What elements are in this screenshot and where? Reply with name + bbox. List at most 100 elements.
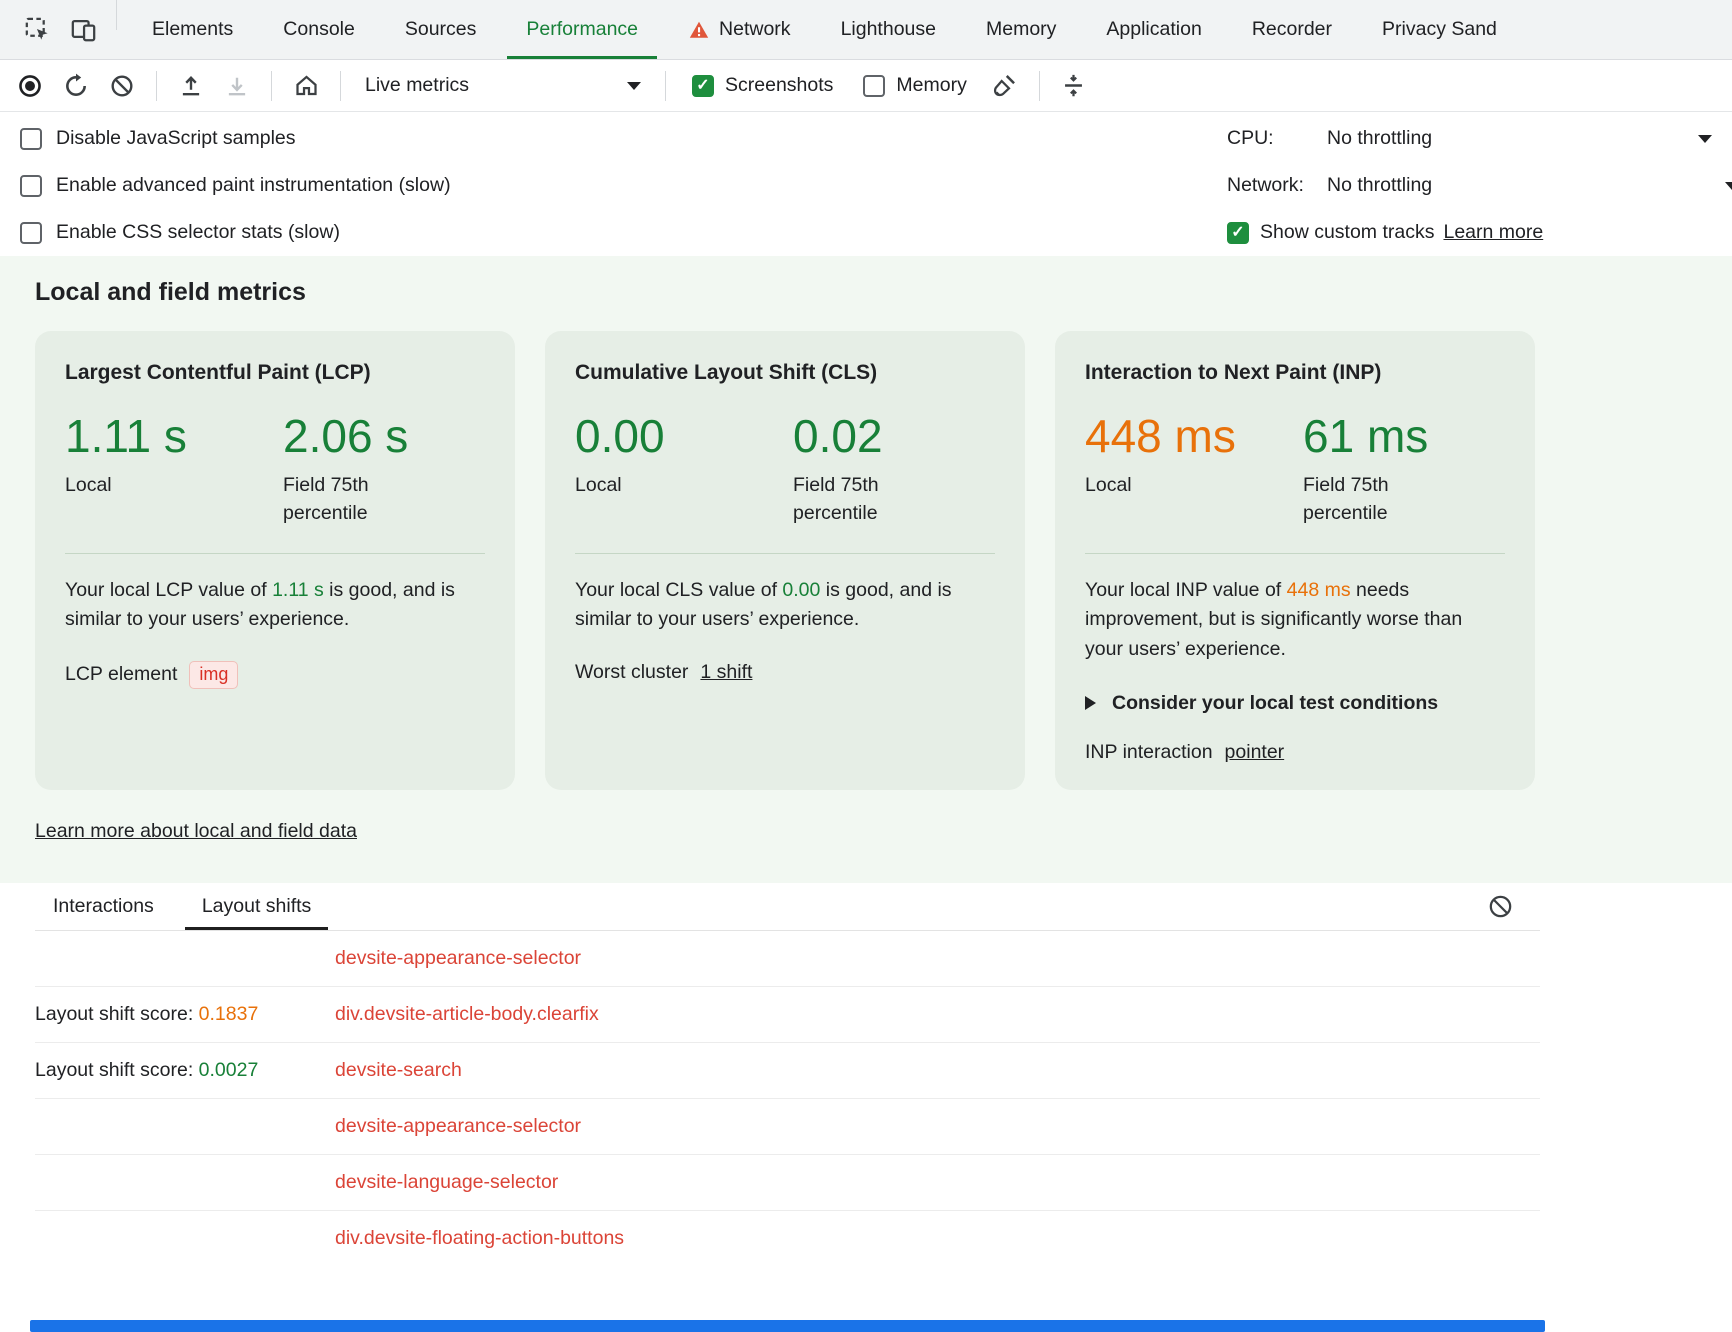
clear-log-icon[interactable]: [1482, 888, 1518, 924]
memory-label: Memory: [896, 74, 966, 97]
node-link[interactable]: devsite-search: [335, 1059, 462, 1082]
divider: [665, 71, 666, 101]
node-link[interactable]: div.devsite-article-body.clearfix: [335, 1003, 599, 1026]
inp-description: Your local INP value of 448 ms needs imp…: [1085, 576, 1505, 664]
clear-icon[interactable]: [100, 66, 144, 106]
inp-field-value: 61 ms: [1303, 411, 1521, 462]
tab-layout-shifts[interactable]: Layout shifts: [199, 884, 314, 929]
css-selector-stats-checkbox[interactable]: [20, 222, 42, 244]
worst-cluster-link[interactable]: 1 shift: [700, 661, 752, 684]
tab-lighthouse[interactable]: Lighthouse: [816, 0, 961, 59]
score-value: 0.1837: [199, 1003, 259, 1025]
custom-tracks-row: Show custom tracks Learn more: [1227, 209, 1732, 256]
selected-row-sliver[interactable]: [30, 1320, 1545, 1332]
screenshots-checkbox-group[interactable]: Screenshots: [678, 74, 847, 97]
lcp-field-value: 2.06 s: [283, 411, 501, 462]
cls-local-label: Local: [575, 471, 725, 499]
cls-field-value: 0.02: [793, 411, 1011, 462]
screenshots-label: Screenshots: [725, 74, 833, 97]
network-throttling-select[interactable]: Network: No throttling: [1227, 162, 1732, 209]
advanced-paint-row[interactable]: Enable advanced paint instrumentation (s…: [20, 162, 1227, 209]
layout-shift-row[interactable]: div.devsite-floating-action-buttons: [35, 1211, 1540, 1267]
memory-checkbox-group[interactable]: Memory: [849, 74, 980, 97]
tab-memory[interactable]: Memory: [961, 0, 1081, 59]
divider: [271, 71, 272, 101]
field-data-learn-more-link[interactable]: Learn more about local and field data: [35, 820, 357, 843]
card-divider: [575, 553, 995, 554]
home-icon[interactable]: [284, 66, 328, 106]
advanced-paint-checkbox[interactable]: [20, 175, 42, 197]
cls-desc-value: 0.00: [782, 579, 820, 601]
worst-cluster-label: Worst cluster: [575, 661, 688, 684]
tab-privacy-sandbox[interactable]: Privacy Sand: [1357, 0, 1522, 59]
warning-icon: [688, 19, 710, 41]
inp-local-value: 448 ms: [1085, 411, 1303, 462]
save-profile-icon[interactable]: [215, 66, 259, 106]
inp-interaction-link[interactable]: pointer: [1225, 741, 1285, 764]
custom-tracks-checkbox-group[interactable]: Show custom tracks: [1227, 221, 1434, 244]
tab-network[interactable]: Network: [663, 0, 816, 59]
metrics-pane: Local and field metrics Largest Contentf…: [0, 256, 1732, 883]
layout-shift-row[interactable]: Layout shift score: 0.1837 div.devsite-a…: [35, 987, 1540, 1043]
triangle-right-icon: [1085, 696, 1096, 710]
css-selector-stats-row[interactable]: Enable CSS selector stats (slow): [20, 209, 1227, 256]
performance-toolbar: Live metrics Screenshots Memory: [0, 60, 1732, 112]
cpu-throttling-select[interactable]: CPU: No throttling: [1227, 115, 1732, 162]
metric-cards: Largest Contentful Paint (LCP) 1.11 s Lo…: [35, 331, 1697, 790]
memory-checkbox[interactable]: [863, 75, 885, 97]
screenshots-checkbox[interactable]: [692, 75, 714, 97]
lcp-local-value: 1.11 s: [65, 411, 283, 462]
device-toolbar-icon[interactable]: [60, 0, 106, 59]
chevron-down-icon: [1698, 135, 1712, 150]
reload-record-icon[interactable]: [54, 66, 98, 106]
layout-shift-row[interactable]: devsite-appearance-selector: [35, 931, 1540, 987]
score-label: Layout shift score:: [35, 1059, 199, 1081]
settings-left: Disable JavaScript samples Enable advanc…: [0, 115, 1227, 256]
custom-tracks-learn-more-link[interactable]: Learn more: [1443, 221, 1543, 244]
layout-shift-row[interactable]: Layout shift score: 0.0027 devsite-searc…: [35, 1043, 1540, 1099]
tab-recorder[interactable]: Recorder: [1227, 0, 1357, 59]
lcp-element-label: LCP element: [65, 663, 177, 686]
settings-right: CPU: No throttling Network: No throttlin…: [1227, 115, 1732, 256]
inspect-icon[interactable]: [14, 0, 60, 59]
node-link[interactable]: div.devsite-floating-action-buttons: [335, 1227, 624, 1250]
record-icon[interactable]: [8, 66, 52, 106]
lcp-field-label: Field 75th percentile: [283, 471, 433, 528]
log-pane: Interactions Layout shifts devsite-appea…: [0, 883, 1732, 1267]
lcp-desc-value: 1.11 s: [272, 579, 324, 601]
divider: [156, 71, 157, 101]
custom-tracks-checkbox[interactable]: [1227, 222, 1249, 244]
tab-interactions[interactable]: Interactions: [50, 884, 157, 929]
layout-shift-row[interactable]: devsite-language-selector: [35, 1155, 1540, 1211]
node-link[interactable]: devsite-appearance-selector: [335, 947, 581, 970]
cpu-value: No throttling: [1327, 127, 1432, 150]
history-select[interactable]: Live metrics: [353, 66, 653, 106]
layout-shift-row[interactable]: devsite-appearance-selector: [35, 1099, 1540, 1155]
lcp-card-title: Largest Contentful Paint (LCP): [65, 361, 485, 385]
tab-performance[interactable]: Performance: [501, 0, 663, 59]
disable-js-samples-row[interactable]: Disable JavaScript samples: [20, 115, 1227, 162]
network-label: Network:: [1227, 174, 1327, 197]
cls-description: Your local CLS value of 0.00 is good, an…: [575, 576, 995, 635]
shortcuts-dialog-icon[interactable]: [1052, 66, 1096, 106]
node-link[interactable]: devsite-language-selector: [335, 1171, 558, 1194]
divider: [1039, 71, 1040, 101]
disable-js-samples-checkbox[interactable]: [20, 128, 42, 150]
tab-application[interactable]: Application: [1081, 0, 1226, 59]
cls-card: Cumulative Layout Shift (CLS) 0.00 Local…: [545, 331, 1025, 790]
local-test-conditions-disclosure[interactable]: Consider your local test conditions: [1085, 692, 1505, 715]
css-selector-stats-label: Enable CSS selector stats (slow): [56, 221, 340, 244]
card-divider: [65, 553, 485, 554]
tab-elements[interactable]: Elements: [127, 0, 258, 59]
lcp-element-node-link[interactable]: img: [189, 661, 238, 689]
tab-console[interactable]: Console: [258, 0, 380, 59]
load-profile-icon[interactable]: [169, 66, 213, 106]
divider: [116, 0, 117, 30]
cls-local-value: 0.00: [575, 411, 793, 462]
card-divider: [1085, 553, 1505, 554]
node-link[interactable]: devsite-appearance-selector: [335, 1115, 581, 1138]
disable-js-samples-label: Disable JavaScript samples: [56, 127, 296, 150]
collect-garbage-icon[interactable]: [983, 66, 1027, 106]
cls-field-label: Field 75th percentile: [793, 471, 943, 528]
tab-sources[interactable]: Sources: [380, 0, 502, 59]
